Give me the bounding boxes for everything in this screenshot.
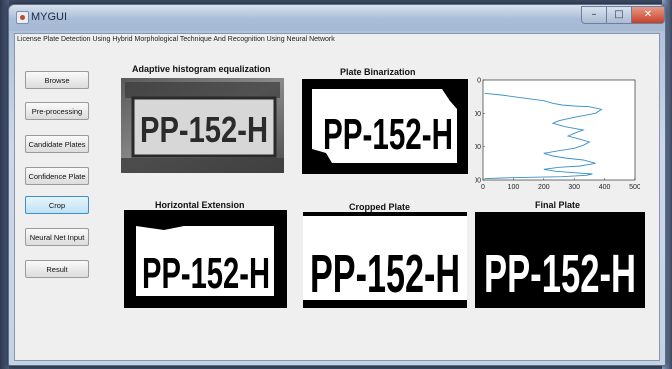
cropped-plate-text: PP-152-H — [310, 244, 460, 304]
x-tick-label: 500 — [629, 184, 640, 191]
candidate-plates-button[interactable]: Candidate Plates — [25, 135, 89, 153]
window-title: MYGUI — [31, 11, 68, 23]
final-plate-text: PP-152-H — [484, 244, 636, 304]
maximize-button[interactable]: □ — [606, 6, 632, 24]
confidence-plate-button[interactable]: Confidence Plate — [25, 167, 89, 185]
matlab-app-icon — [16, 11, 29, 24]
result-button[interactable]: Result — [25, 260, 89, 278]
preprocessing-button[interactable]: Pre-processing — [25, 102, 89, 120]
adaptive-histogram-image: PP-152-H — [121, 78, 284, 173]
x-tick-label: 100 — [508, 184, 520, 191]
extended-plate-text: PP-152-H — [142, 249, 270, 298]
plate-binarization-image: PP-152-H — [302, 79, 468, 174]
horizontal-extension-image: PP-152-H — [124, 210, 287, 308]
header-subtitle: License Plate Detection Using Hybrid Mor… — [17, 36, 335, 43]
neural-net-input-button[interactable]: Neural Net Input — [25, 228, 89, 246]
cropped-plate-image: PP-152-H — [303, 212, 467, 308]
plate-binarization-title: Plate Binarization — [340, 67, 416, 77]
y-tick-label: 200 — [475, 144, 481, 151]
adaptive-plate-text: PP-152-H — [140, 109, 268, 150]
x-tick-label: 400 — [599, 184, 611, 191]
x-tick-label: 300 — [568, 184, 580, 191]
final-plate-image: PP-152-H — [475, 212, 645, 308]
adaptive-histogram-title: Adaptive histogram equalization — [132, 64, 271, 74]
binarized-plate-text: PP-152-H — [323, 110, 453, 159]
crop-button[interactable]: Crop — [25, 196, 89, 214]
x-tick-label: 0 — [481, 184, 485, 191]
client-area: License Plate Detection Using Hybrid Mor… — [14, 33, 660, 361]
x-tick-label: 200 — [538, 184, 550, 191]
y-tick-label: 0 — [477, 78, 481, 85]
browse-button[interactable]: Browse — [25, 71, 89, 89]
close-button[interactable]: ✕ — [631, 6, 665, 24]
minimize-button[interactable]: – — [581, 6, 607, 24]
app-window: MYGUI – □ ✕ License Plate Detection Usin… — [8, 4, 666, 366]
title-bar[interactable]: MYGUI – □ ✕ — [9, 5, 665, 31]
projection-line-chart: 0100200300 0100200300400500 — [475, 78, 640, 192]
y-tick-label: 100 — [475, 111, 481, 118]
cropped-plate-title: Cropped Plate — [349, 202, 411, 212]
horizontal-extension-title: Horizontal Extension — [155, 200, 245, 210]
